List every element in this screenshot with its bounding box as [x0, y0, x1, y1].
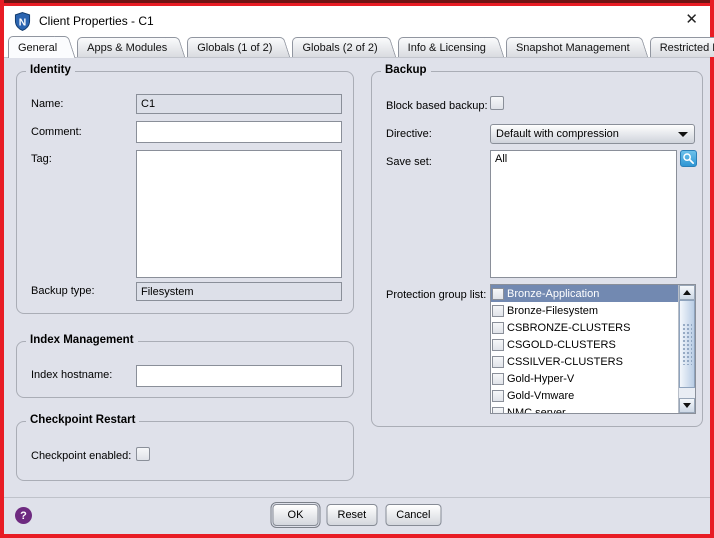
- checkbox[interactable]: [492, 305, 504, 317]
- checkbox[interactable]: [492, 407, 504, 415]
- tab-general[interactable]: General: [8, 36, 65, 58]
- list-item[interactable]: NMC server: [491, 404, 678, 414]
- list-item-label: Gold-Hyper-V: [507, 373, 574, 385]
- list-item[interactable]: CSGOLD-CLUSTERS: [491, 336, 678, 353]
- general-tab-content: Identity Name: C1 Comment: Tag: Backup t…: [4, 58, 710, 497]
- block-based-backup-label: Block based backup:: [386, 100, 488, 112]
- comment-label: Comment:: [31, 126, 82, 138]
- chevron-down-icon: [678, 132, 688, 137]
- list-item-label: CSGOLD-CLUSTERS: [507, 339, 616, 351]
- checkbox[interactable]: [492, 322, 504, 334]
- networker-shield-icon: N: [14, 12, 31, 31]
- checkbox[interactable]: [492, 339, 504, 351]
- checkpoint-enabled-checkbox[interactable]: [136, 447, 150, 461]
- identity-group: Identity Name: C1 Comment: Tag: Backup t…: [16, 71, 354, 314]
- save-set-textarea[interactable]: All: [490, 150, 677, 278]
- name-field: C1: [136, 94, 342, 114]
- identity-group-title: Identity: [26, 64, 75, 76]
- checkbox[interactable]: [492, 356, 504, 368]
- arrow-down-icon: [683, 403, 691, 408]
- scrollbar-thumb[interactable]: [679, 300, 695, 388]
- list-item-label: Bronze-Application: [507, 288, 599, 300]
- block-based-backup-checkbox[interactable]: [490, 96, 504, 110]
- footer-bar: ? OK Reset Cancel: [4, 497, 710, 534]
- list-item[interactable]: Bronze-Application: [491, 285, 678, 302]
- reset-button[interactable]: Reset: [327, 504, 378, 526]
- list-item-label: Gold-Vmware: [507, 390, 574, 402]
- protection-group-list-label: Protection group list:: [386, 289, 486, 301]
- scroll-up-button[interactable]: [679, 285, 695, 300]
- list-item[interactable]: Gold-Hyper-V: [491, 370, 678, 387]
- dialog-title: Client Properties - C1: [39, 14, 154, 28]
- client-properties-dialog: N Client Properties - C1 ✕ General Apps …: [0, 0, 714, 538]
- index-management-group-title: Index Management: [26, 334, 138, 346]
- list-item[interactable]: CSBRONZE-CLUSTERS: [491, 319, 678, 336]
- comment-input[interactable]: [136, 121, 342, 143]
- checkbox[interactable]: [492, 288, 504, 300]
- directive-selected-value: Default with compression: [496, 128, 619, 140]
- list-item[interactable]: Gold-Vmware: [491, 387, 678, 404]
- list-item-label: CSSILVER-CLUSTERS: [507, 356, 623, 368]
- index-hostname-input[interactable]: [136, 365, 342, 387]
- protection-group-list: Bronze-Application Bronze-Filesystem CSB…: [490, 284, 696, 414]
- dialog-window: N Client Properties - C1 ✕ General Apps …: [4, 6, 710, 534]
- backup-type-field: Filesystem: [136, 282, 342, 301]
- save-set-browse-button[interactable]: [680, 150, 697, 167]
- help-icon[interactable]: ?: [15, 507, 32, 524]
- backup-group: Backup Block based backup: Directive: De…: [371, 71, 703, 427]
- tag-label: Tag:: [31, 153, 52, 165]
- list-item-label: NMC server: [507, 407, 566, 415]
- backup-group-title: Backup: [381, 64, 431, 76]
- checkpoint-enabled-label: Checkpoint enabled:: [31, 450, 131, 462]
- directive-dropdown[interactable]: Default with compression: [490, 124, 695, 144]
- arrow-up-icon: [683, 290, 691, 295]
- checkbox[interactable]: [492, 373, 504, 385]
- search-icon: [682, 152, 695, 165]
- ok-button[interactable]: OK: [273, 504, 319, 526]
- dialog-buttons: OK Reset Cancel: [273, 504, 442, 526]
- tab-snapshot-management[interactable]: Snapshot Management: [506, 37, 638, 57]
- tab-strip: General Apps & Modules Globals (1 of 2) …: [4, 36, 710, 58]
- list-item-label: Bronze-Filesystem: [507, 305, 598, 317]
- checkbox[interactable]: [492, 390, 504, 402]
- list-item[interactable]: Bronze-Filesystem: [491, 302, 678, 319]
- tag-textarea[interactable]: [136, 150, 342, 278]
- tab-restricted-data-zones[interactable]: Restricted Data Zones: [650, 37, 714, 57]
- tab-globals-1[interactable]: Globals (1 of 2): [187, 37, 280, 57]
- title-bar: N Client Properties - C1 ✕: [4, 6, 710, 36]
- backup-type-label: Backup type:: [31, 285, 95, 297]
- tab-info-licensing[interactable]: Info & Licensing: [398, 37, 494, 57]
- tab-globals-2[interactable]: Globals (2 of 2): [292, 37, 385, 57]
- cancel-button[interactable]: Cancel: [385, 504, 441, 526]
- save-set-label: Save set:: [386, 156, 432, 168]
- index-management-group: Index Management Index hostname:: [16, 341, 354, 398]
- svg-text:N: N: [19, 17, 27, 28]
- index-hostname-label: Index hostname:: [31, 369, 112, 381]
- close-icon[interactable]: ✕: [685, 10, 698, 30]
- tab-apps-modules[interactable]: Apps & Modules: [77, 37, 175, 57]
- list-item-label: CSBRONZE-CLUSTERS: [507, 322, 630, 334]
- scroll-down-button[interactable]: [679, 398, 695, 413]
- checkpoint-restart-group-title: Checkpoint Restart: [26, 414, 139, 426]
- directive-label: Directive:: [386, 128, 432, 140]
- checkpoint-restart-group: Checkpoint Restart Checkpoint enabled:: [16, 421, 354, 481]
- list-item[interactable]: CSSILVER-CLUSTERS: [491, 353, 678, 370]
- name-label: Name:: [31, 98, 63, 110]
- vertical-scrollbar[interactable]: [678, 285, 695, 413]
- protection-group-rows: Bronze-Application Bronze-Filesystem CSB…: [491, 285, 678, 413]
